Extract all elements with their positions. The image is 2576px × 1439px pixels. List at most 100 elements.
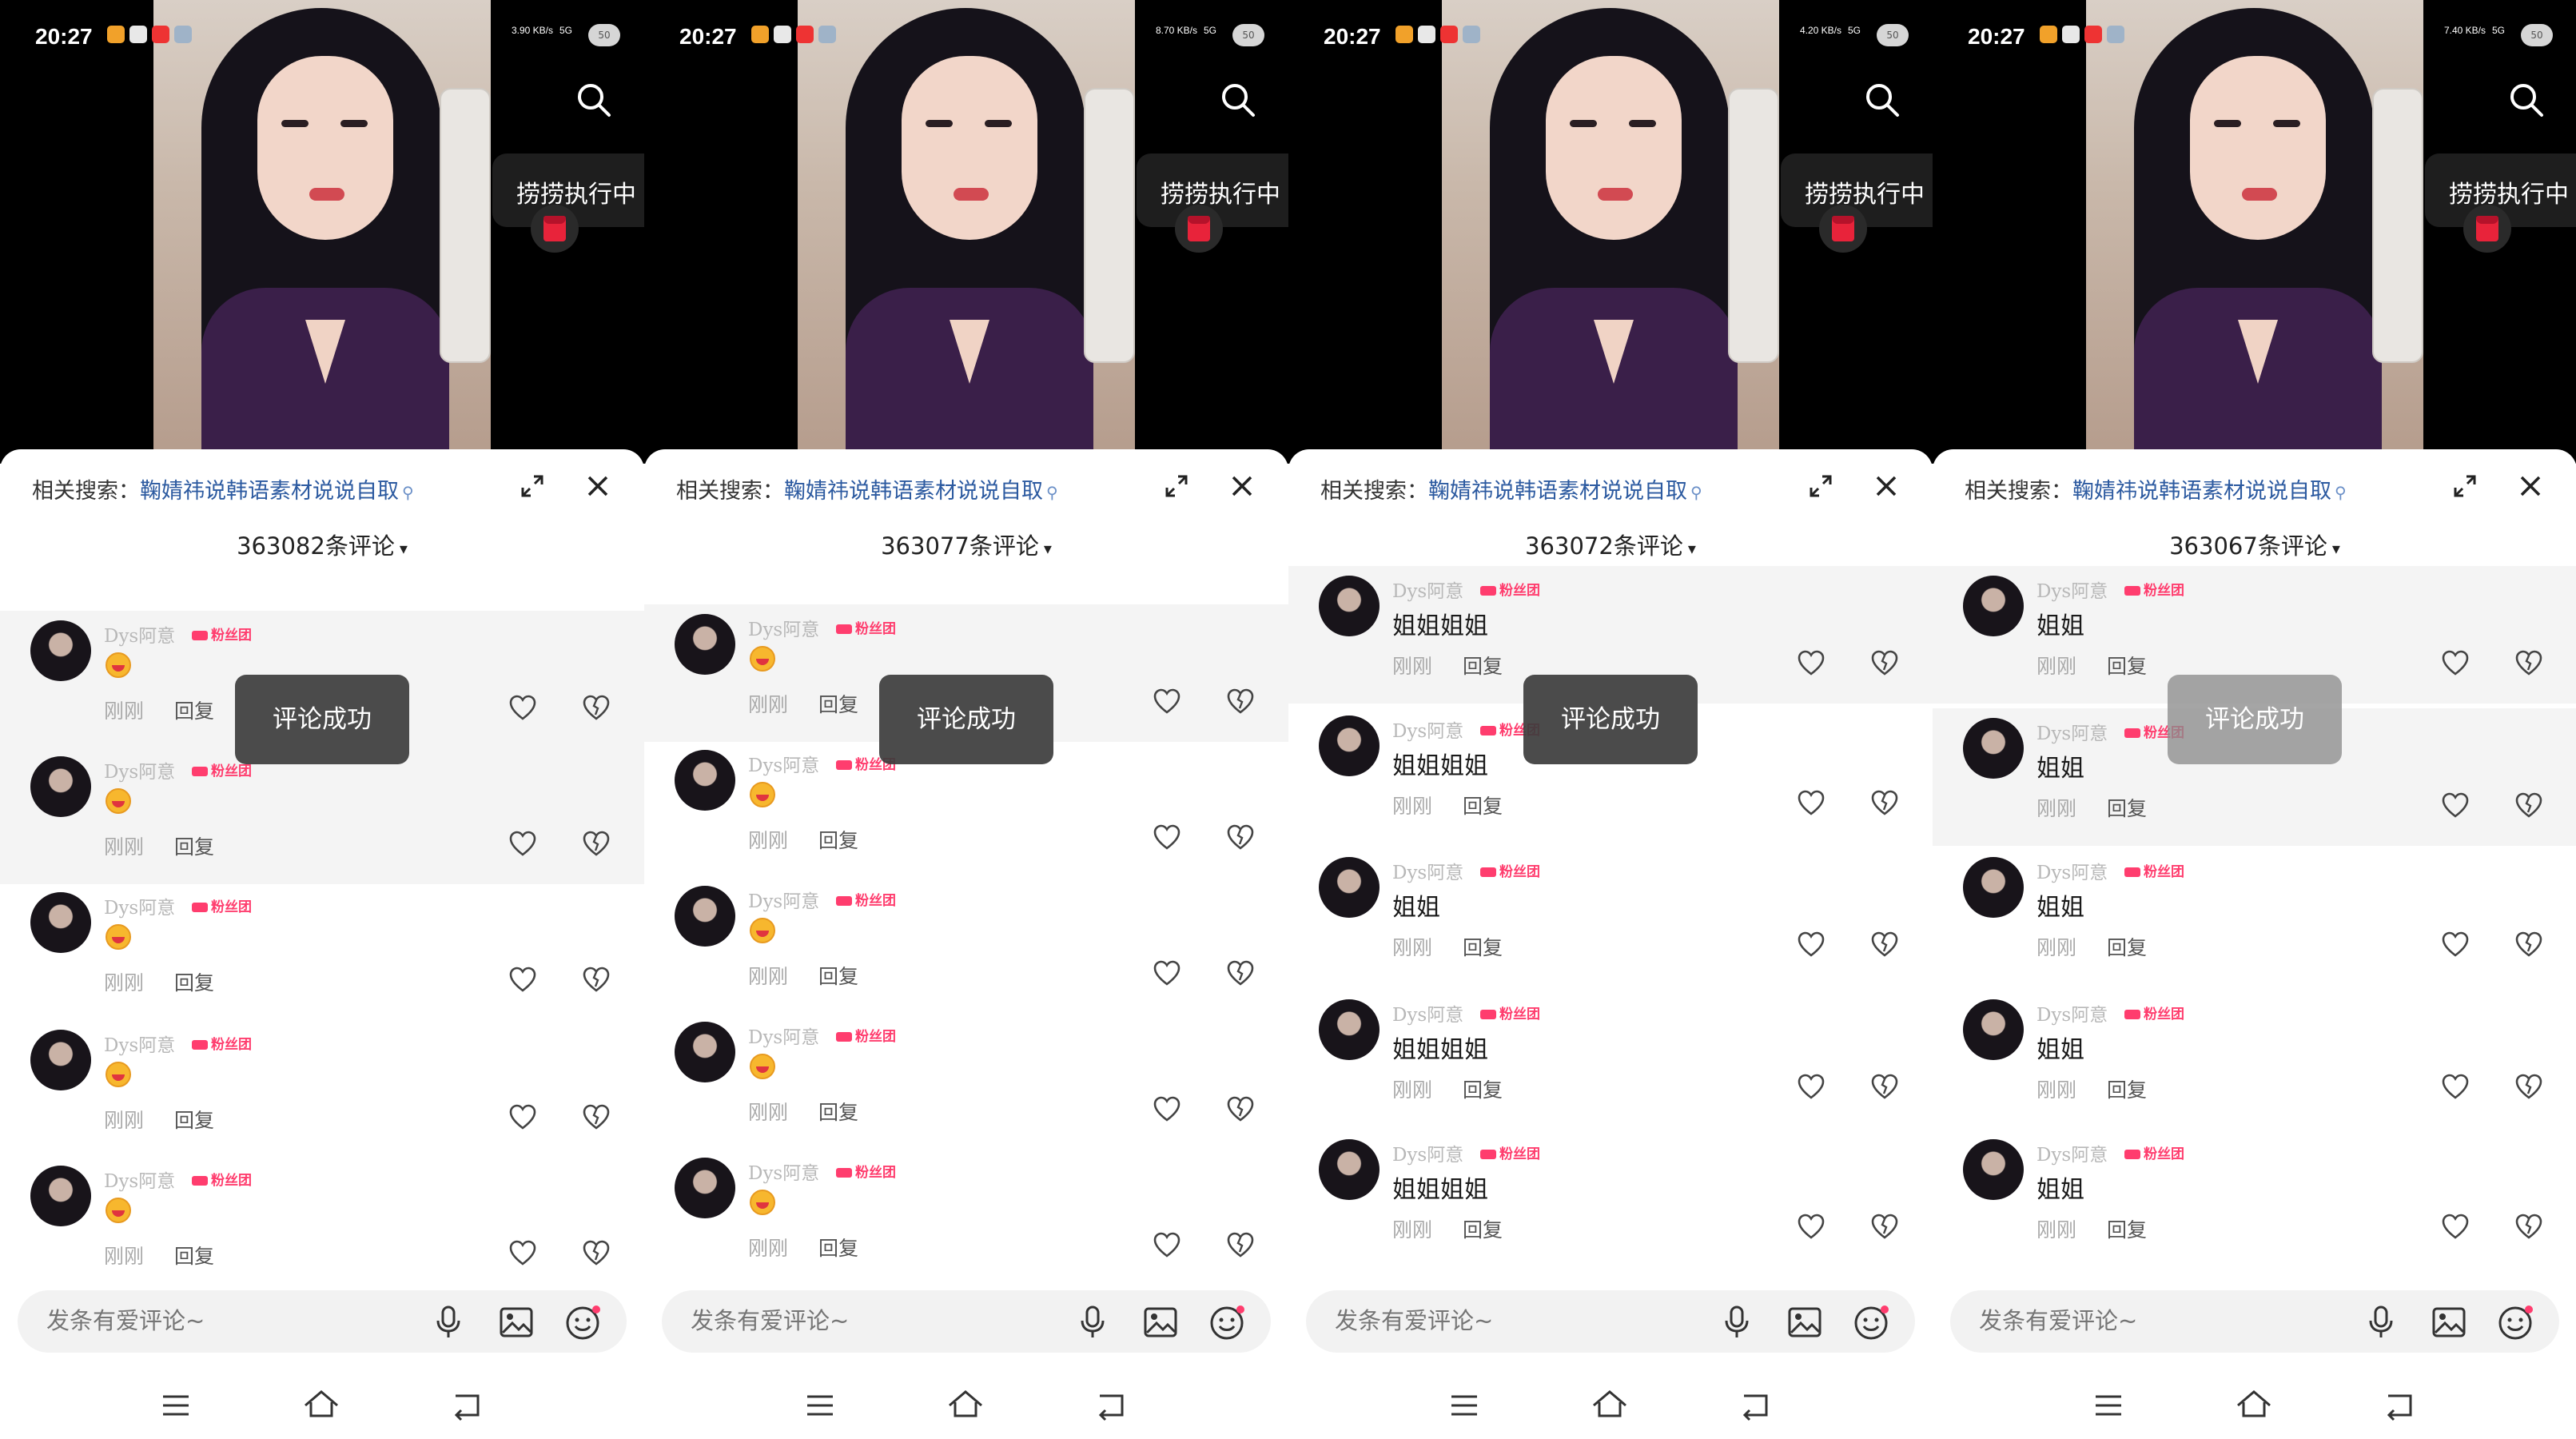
dislike-icon[interactable] [1870, 1073, 1899, 1100]
comment-row[interactable]: Dys阿意 粉丝团 刚刚 回复 [644, 1012, 1288, 1150]
related-search[interactable]: 相关搜索：鞠婧祎说韩语素材说说自取 ⚲ [1320, 473, 1702, 504]
nav-back-icon[interactable] [1738, 1389, 1773, 1421]
related-search-keyword[interactable]: 鞠婧祎说韩语素材说说自取 [1428, 479, 1687, 504]
related-search[interactable]: 相关搜索：鞠婧祎说韩语素材说说自取 ⚲ [676, 473, 1058, 504]
comment-count[interactable]: 363072条评论 ▾ [1288, 528, 1933, 561]
dislike-icon[interactable] [582, 966, 611, 993]
heart-icon[interactable] [508, 1239, 537, 1266]
comment-row[interactable]: Dys阿意 粉丝团 刚刚 回复 [0, 883, 644, 1020]
video-player[interactable]: 20:27 7.40 KB/s 5G 50 捞捞执行中 [1933, 0, 2576, 464]
image-icon[interactable] [1787, 1305, 1822, 1340]
comment-username[interactable]: Dys阿意 [2037, 857, 2108, 884]
nav-back-icon[interactable] [449, 1389, 484, 1421]
comment-row[interactable]: Dys阿意 粉丝团 姐姐 刚刚 回复 [1933, 847, 2576, 985]
search-icon[interactable] [1864, 82, 1901, 118]
comment-row[interactable]: Dys阿意 粉丝团 姐姐 刚刚 回复 [1933, 1130, 2576, 1267]
reply-button[interactable]: 回复 [2107, 1214, 2147, 1243]
heart-icon[interactable] [508, 694, 537, 721]
emoji-icon[interactable] [1853, 1303, 1891, 1341]
related-search-keyword[interactable]: 鞠婧祎说韩语素材说说自取 [140, 479, 399, 504]
avatar[interactable] [1963, 857, 2024, 918]
comment-username[interactable]: Dys阿意 [1392, 716, 1463, 743]
nav-home-icon[interactable] [946, 1388, 985, 1420]
comment-count[interactable]: 363067条评论 ▾ [1933, 528, 2576, 561]
avatar[interactable] [675, 750, 735, 811]
heart-icon[interactable] [1797, 1073, 1825, 1100]
dislike-icon[interactable] [1226, 959, 1255, 987]
video-player[interactable]: 20:27 3.90 KB/s 5G 50 捞捞执行中 [0, 0, 644, 464]
avatar[interactable] [675, 886, 735, 947]
reply-button[interactable]: 回复 [818, 689, 858, 718]
nav-menu-icon[interactable] [1448, 1391, 1480, 1420]
related-search-keyword[interactable]: 鞠婧祎说韩语素材说说自取 [784, 479, 1043, 504]
heart-icon[interactable] [1153, 688, 1181, 715]
avatar[interactable] [1963, 1139, 2024, 1200]
close-icon[interactable] [2516, 472, 2545, 500]
nav-menu-icon[interactable] [804, 1391, 836, 1420]
mic-icon[interactable] [432, 1305, 465, 1340]
heart-icon[interactable] [2441, 1073, 2470, 1100]
heart-icon[interactable] [1153, 823, 1181, 851]
comment-row[interactable]: Dys阿意 粉丝团 刚刚 回复 [644, 1148, 1288, 1286]
comment-row[interactable]: Dys阿意 粉丝团 刚刚 回复 [0, 1156, 644, 1294]
image-icon[interactable] [2431, 1305, 2467, 1340]
avatar[interactable] [675, 1158, 735, 1218]
expand-icon[interactable] [2452, 473, 2478, 499]
avatar[interactable] [1319, 576, 1380, 636]
nav-home-icon[interactable] [1591, 1388, 1629, 1420]
heart-icon[interactable] [1797, 649, 1825, 676]
comment-username[interactable]: Dys阿意 [104, 1166, 175, 1193]
comment-username[interactable]: Dys阿意 [748, 886, 819, 913]
comment-row[interactable]: Dys阿意 粉丝团 姐姐姐姐 刚刚 回复 [1288, 1130, 1933, 1267]
dislike-icon[interactable] [2514, 931, 2543, 958]
search-icon[interactable] [2508, 82, 2545, 118]
avatar[interactable] [30, 892, 91, 953]
dislike-icon[interactable] [582, 694, 611, 721]
dislike-icon[interactable] [2514, 1073, 2543, 1100]
reply-button[interactable]: 回复 [818, 1097, 858, 1126]
close-icon[interactable] [583, 472, 612, 500]
heart-icon[interactable] [1153, 959, 1181, 987]
comment-username[interactable]: Dys阿意 [104, 892, 175, 919]
reply-button[interactable]: 回复 [174, 1105, 214, 1134]
dislike-icon[interactable] [1226, 823, 1255, 851]
related-search-keyword[interactable]: 鞠婧祎说韩语素材说说自取 [2072, 479, 2331, 504]
dislike-icon[interactable] [582, 1103, 611, 1130]
reply-button[interactable]: 回复 [174, 831, 214, 860]
comment-username[interactable]: Dys阿意 [748, 614, 819, 641]
heart-icon[interactable] [1153, 1095, 1181, 1122]
avatar[interactable] [30, 620, 91, 681]
comment-row[interactable]: Dys阿意 粉丝团 刚刚 回复 [644, 876, 1288, 1014]
reply-button[interactable]: 回复 [1463, 932, 1503, 961]
dislike-icon[interactable] [1226, 688, 1255, 715]
comment-row[interactable]: Dys阿意 粉丝团 刚刚 回复 [0, 747, 644, 884]
nav-back-icon[interactable] [2382, 1389, 2417, 1421]
comment-username[interactable]: Dys阿意 [104, 1030, 175, 1057]
heart-icon[interactable] [1797, 789, 1825, 816]
heart-icon[interactable] [1797, 1213, 1825, 1240]
comment-username[interactable]: Dys阿意 [104, 756, 175, 783]
comment-input-bar[interactable] [1950, 1290, 2559, 1353]
reply-button[interactable]: 回复 [174, 696, 214, 724]
dislike-icon[interactable] [2514, 791, 2543, 819]
avatar[interactable] [1319, 999, 1380, 1060]
emoji-icon[interactable] [2497, 1303, 2535, 1341]
reply-button[interactable]: 回复 [2107, 932, 2147, 961]
close-icon[interactable] [1228, 472, 1256, 500]
mic-icon[interactable] [2364, 1305, 2398, 1340]
comment-username[interactable]: Dys阿意 [2037, 576, 2108, 603]
heart-icon[interactable] [2441, 931, 2470, 958]
dislike-icon[interactable] [2514, 1213, 2543, 1240]
heart-icon[interactable] [1797, 931, 1825, 958]
comment-username[interactable]: Dys阿意 [1392, 1139, 1463, 1166]
nav-menu-icon[interactable] [2092, 1391, 2124, 1420]
nav-back-icon[interactable] [1093, 1389, 1129, 1421]
nav-home-icon[interactable] [302, 1388, 340, 1420]
video-player[interactable]: 20:27 4.20 KB/s 5G 50 捞捞执行中 [1288, 0, 1933, 464]
mic-icon[interactable] [1076, 1305, 1109, 1340]
nav-home-icon[interactable] [2235, 1388, 2273, 1420]
related-search[interactable]: 相关搜索：鞠婧祎说韩语素材说说自取 ⚲ [1965, 473, 2347, 504]
heart-icon[interactable] [2441, 1213, 2470, 1240]
comment-count[interactable]: 363077条评论 ▾ [644, 528, 1288, 561]
red-packet-icon[interactable] [1175, 205, 1223, 253]
